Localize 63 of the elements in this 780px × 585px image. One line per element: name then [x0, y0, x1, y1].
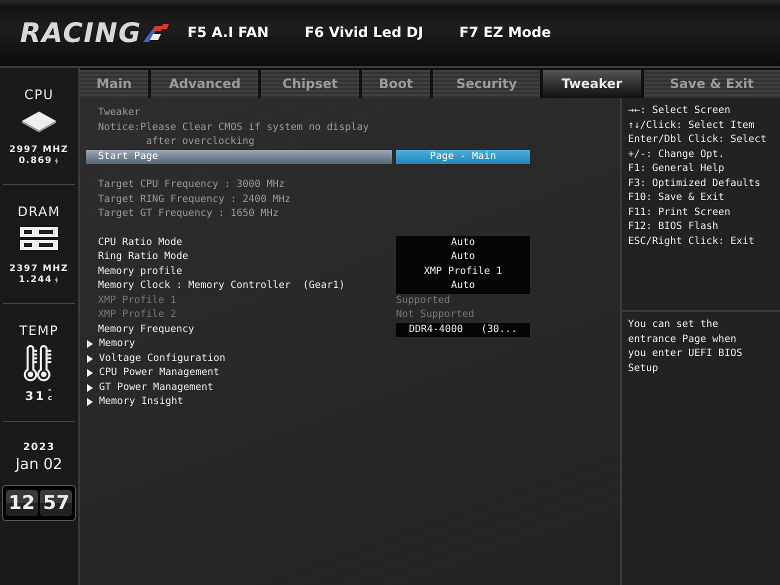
setting-value[interactable]: Auto	[396, 279, 530, 294]
submenu-item[interactable]: CPU Power Management	[99, 366, 220, 380]
setting-value[interactable]: Auto	[396, 250, 530, 264]
dram-frequency: 2397 MHZ	[9, 264, 69, 274]
submenu-item[interactable]: Memory Insight	[99, 395, 184, 410]
setting-label[interactable]: Memory Frequency	[86, 322, 396, 337]
menu-tab[interactable]: Boot	[362, 70, 430, 98]
dram-label: DRAM	[18, 205, 60, 220]
submenu-item[interactable]: Voltage Configuration	[99, 352, 226, 366]
key-hint: F12: BIOS Flash	[628, 220, 720, 234]
menu-tab[interactable]: Advanced	[151, 70, 258, 98]
info-text: Target GT Frequency : 1650 MHz	[97, 207, 280, 221]
cpu-voltage: 0.869	[18, 156, 52, 166]
logo: RACING	[20, 18, 172, 48]
date-text: Jan 02	[16, 455, 62, 473]
temperature-value: 31	[25, 389, 46, 403]
key-hint: →←: Select Screen	[628, 104, 732, 118]
bolt-icon	[54, 157, 60, 165]
hotkey-button[interactable]: F5 A.I FAN	[187, 25, 269, 41]
setting-value[interactable]: XMP Profile 1	[396, 264, 530, 279]
info-text: Target CPU Frequency : 3000 MHz	[97, 178, 286, 192]
key-hint: +/-: Change Opt.	[628, 148, 726, 162]
setting-value: Not Supported	[396, 308, 474, 322]
key-hint: F11: Print Screen	[628, 206, 732, 220]
setting-label: XMP Profile 2	[97, 308, 178, 322]
cpu-label: CPU	[24, 88, 54, 103]
notice-text: after overclocking	[145, 135, 256, 149]
cpu-frequency: 2997 MHZ	[9, 145, 69, 155]
year-text: 2023	[23, 442, 55, 453]
menu-tab[interactable]: Main	[80, 70, 148, 98]
key-hint: ↑↓/Click: Select Item	[628, 118, 756, 132]
hotkey-button[interactable]: F7 EZ Mode	[459, 25, 552, 41]
page-title: Tweaker	[97, 106, 142, 120]
menu-tab[interactable]: Tweaker	[543, 70, 641, 98]
bolt-icon	[54, 276, 60, 284]
info-text: Target RING Frequency : 2400 MHz	[97, 192, 292, 206]
menu-tab[interactable]: Save & Exit	[644, 70, 780, 98]
key-hint: Enter/Dbl Click: Select	[628, 133, 768, 147]
key-hint: F3: Optimized Defaults	[628, 176, 762, 190]
key-hint: ESC/Right Click: Exit	[628, 234, 756, 248]
setting-value: Supported	[396, 294, 450, 308]
submenu-item[interactable]: GT Power Management	[99, 380, 214, 395]
dram-voltage: 1.244	[18, 275, 52, 285]
key-hint: F10: Save & Exit	[628, 191, 726, 205]
memory-module-icon	[19, 226, 59, 252]
clock-hours: 12	[6, 490, 38, 516]
setting-label: XMP Profile 1	[97, 294, 178, 308]
temp-label: TEMP	[19, 324, 59, 339]
menu-tab[interactable]: Chipset	[261, 70, 359, 98]
setting-label[interactable]: Memory Clock : Memory Controller (Gear1)	[86, 279, 396, 294]
help-text: You can set the entrance Page when you enter UEFI BIOS Setup	[627, 318, 744, 376]
notice-text: Notice:Please Clear CMOS if system no display	[97, 120, 370, 134]
clock-minutes: 57	[40, 490, 72, 516]
setting-value[interactable]: Auto	[396, 236, 530, 250]
setting-value[interactable]: DDR4-4000 (30...	[396, 322, 530, 337]
setting-label[interactable]: Ring Ratio Mode	[86, 250, 396, 264]
setting-label[interactable]: CPU Ratio Mode	[86, 236, 396, 250]
key-hint: F1: General Help	[628, 162, 726, 176]
submenu-item[interactable]: Memory	[99, 337, 136, 352]
hotkey-button[interactable]: F6 Vivid Led DJ	[304, 25, 424, 41]
chip-icon	[20, 109, 58, 133]
setting-label[interactable]: Memory profile	[86, 264, 396, 279]
menu-tab[interactable]: Security	[433, 70, 540, 98]
